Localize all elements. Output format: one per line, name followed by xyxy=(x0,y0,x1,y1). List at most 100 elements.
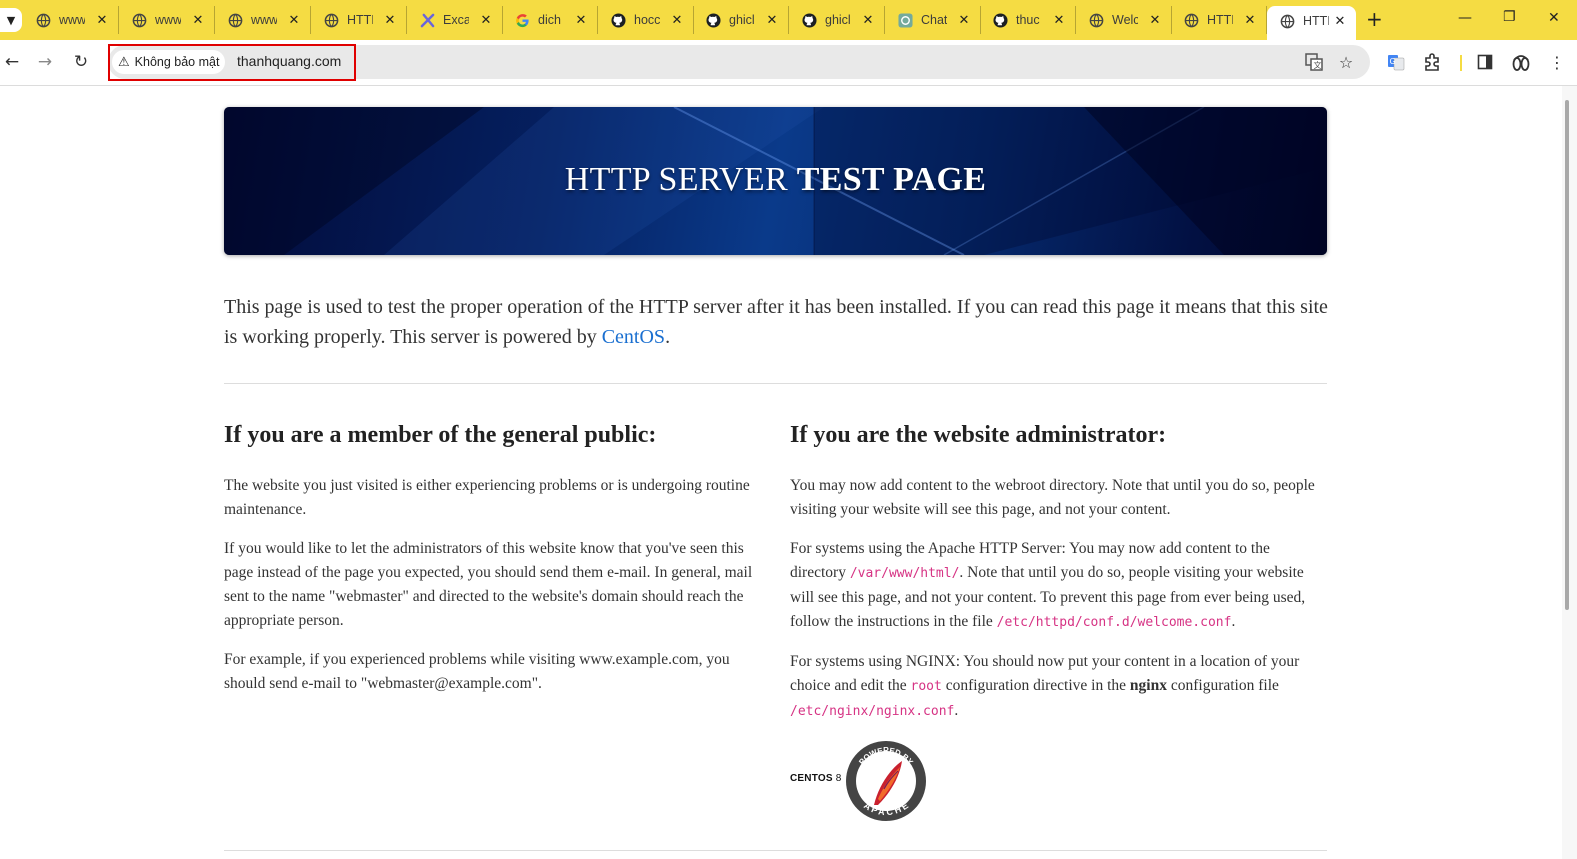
tab-title: HTTI xyxy=(1207,13,1233,27)
close-window-icon[interactable]: ✕ xyxy=(1548,10,1560,26)
tab[interactable]: ghicl ✕ xyxy=(693,6,789,34)
intro-text: This page is used to test the proper ope… xyxy=(224,296,1328,348)
tab-title: www xyxy=(155,13,181,27)
toolbar-divider xyxy=(1460,55,1462,71)
webroot-path: /var/www/html/ xyxy=(849,566,960,581)
bookmark-star-icon[interactable]: ☆ xyxy=(1334,50,1358,74)
tab-search-button[interactable]: ▼ xyxy=(0,8,22,32)
tab-close-icon[interactable]: ✕ xyxy=(94,13,110,28)
hero-title: HTTP SERVER TEST PAGE xyxy=(224,161,1327,199)
side-panel-icon[interactable] xyxy=(1473,50,1497,74)
tab-close-icon[interactable]: ✕ xyxy=(190,13,206,28)
minimize-icon[interactable]: — xyxy=(1458,10,1472,26)
public-paragraph-2: If you would like to let the administrat… xyxy=(224,540,753,629)
hero-title-normal: HTTP SERVER xyxy=(564,161,797,198)
hero-title-bold: TEST PAGE xyxy=(796,161,987,198)
admin-p3-text-c: configuration file xyxy=(1166,677,1279,694)
highlight-box xyxy=(108,44,356,81)
tab[interactable]: www ✕ xyxy=(23,6,119,34)
tab[interactable]: HTTI ✕ xyxy=(311,6,407,34)
welcome-conf-path: /etc/httpd/conf.d/welcome.conf xyxy=(996,615,1232,630)
globe-icon xyxy=(131,12,147,28)
admin-p3-text-b: configuration directive in the xyxy=(941,677,1130,694)
nginx-bold: nginx xyxy=(1129,677,1167,694)
tab-close-icon[interactable]: ✕ xyxy=(382,13,398,28)
tab[interactable]: thuc ✕ xyxy=(980,6,1076,34)
admin-section: If you are the website administrator: Yo… xyxy=(790,422,1327,829)
tab-title: ghicl xyxy=(825,13,851,27)
back-button[interactable]: ← xyxy=(0,50,24,74)
tab-close-icon[interactable]: ✕ xyxy=(956,13,972,28)
tab-close-icon[interactable]: ✕ xyxy=(1147,13,1163,28)
root-directive: root xyxy=(910,679,942,694)
tab[interactable]: dich ✕ xyxy=(502,6,598,34)
svg-text:G: G xyxy=(1390,57,1396,66)
tab-title: Chat xyxy=(921,13,947,27)
github-icon xyxy=(992,12,1008,28)
intro-end: . xyxy=(665,326,671,348)
tab-title: www xyxy=(251,13,277,27)
google-translate-extension-icon[interactable]: G xyxy=(1384,50,1408,74)
logos: CENTOS 8 POWERED BY APACHE xyxy=(790,739,1327,829)
tab-close-icon[interactable]: ✕ xyxy=(669,13,685,28)
tab[interactable]: Chat ✕ xyxy=(885,6,981,34)
divider-bottom xyxy=(224,850,1327,851)
tab[interactable]: HTTI ✕ xyxy=(1171,6,1267,34)
tab-close-icon[interactable]: ✕ xyxy=(573,13,589,28)
tab[interactable]: www ✕ xyxy=(215,6,311,34)
admin-paragraph-2: For systems using the Apache HTTP Server… xyxy=(790,537,1327,635)
tab[interactable]: Excal ✕ xyxy=(407,6,503,34)
more-menu-icon[interactable]: ⋮ xyxy=(1545,50,1569,74)
tab-strip: ▼ www✕www✕www✕HTTI✕Excal✕dich✕hocc✕ghicl… xyxy=(0,0,1577,40)
profile-avatar-icon[interactable] xyxy=(1509,50,1533,74)
tab[interactable]: hocc ✕ xyxy=(598,6,694,34)
tab[interactable]: ghicl ✕ xyxy=(789,6,885,34)
globe-icon xyxy=(1183,12,1199,28)
tab-title: dich xyxy=(538,13,561,27)
divider-top xyxy=(224,383,1327,384)
extensions-puzzle-icon[interactable] xyxy=(1420,50,1444,74)
forward-button[interactable]: → xyxy=(33,50,57,74)
globe-icon xyxy=(1279,13,1295,29)
tab-close-icon[interactable]: ✕ xyxy=(1051,13,1067,28)
chevron-down-icon: ▼ xyxy=(6,13,16,27)
reload-button[interactable]: ↻ xyxy=(69,50,93,74)
tab-active[interactable]: HTTI ✕ xyxy=(1267,6,1356,40)
github-icon xyxy=(801,12,817,28)
intro-paragraph: This page is used to test the proper ope… xyxy=(224,292,1334,352)
powered-by-apache-logo: POWERED BY APACHE xyxy=(846,741,926,821)
globe-icon xyxy=(323,12,339,28)
admin-paragraph-1: You may now add content to the webroot d… xyxy=(790,477,1315,518)
centos-logo-version: 8 xyxy=(835,773,842,784)
hero-banner: HTTP SERVER TEST PAGE xyxy=(224,107,1327,255)
public-paragraph-3: For example, if you experienced problems… xyxy=(224,651,730,692)
tab-close-icon[interactable]: ✕ xyxy=(764,13,780,28)
public-section: If you are a member of the general publi… xyxy=(224,422,764,711)
tab[interactable]: www ✕ xyxy=(119,6,215,34)
scrollbar-thumb[interactable] xyxy=(1565,100,1569,610)
browser-toolbar: ← → ↻ ⚠ Không bảo mật thanhquang.com 文 ☆… xyxy=(0,40,1577,86)
globe-icon xyxy=(1088,12,1104,28)
restore-icon[interactable]: ❐ xyxy=(1503,9,1516,25)
tab-title: thuc xyxy=(1016,13,1040,27)
new-tab-button[interactable]: + xyxy=(1366,9,1383,29)
tab[interactable]: Welc ✕ xyxy=(1076,6,1172,34)
chatgpt-icon xyxy=(897,12,913,28)
svg-text:文: 文 xyxy=(1314,60,1322,70)
excalidraw-icon xyxy=(419,12,435,28)
tab-title: Welc xyxy=(1112,13,1138,27)
centos-link[interactable]: CentOS xyxy=(602,326,665,348)
tab-title: hocc xyxy=(634,13,660,27)
tab-title: www xyxy=(59,13,85,27)
tab-close-icon[interactable]: ✕ xyxy=(860,13,876,28)
tab-close-icon[interactable]: ✕ xyxy=(1332,14,1348,29)
translate-icon[interactable]: 文 xyxy=(1302,50,1326,74)
admin-paragraph-3: For systems using NGINX: You should now … xyxy=(790,650,1327,724)
tab-close-icon[interactable]: ✕ xyxy=(1242,13,1258,28)
globe-icon xyxy=(227,12,243,28)
admin-p3-text-d: . xyxy=(954,702,959,719)
admin-heading: If you are the website administrator: xyxy=(790,422,1167,448)
tab-close-icon[interactable]: ✕ xyxy=(478,13,494,28)
tab-close-icon[interactable]: ✕ xyxy=(286,13,302,28)
tab-title: HTTI xyxy=(1303,14,1329,28)
